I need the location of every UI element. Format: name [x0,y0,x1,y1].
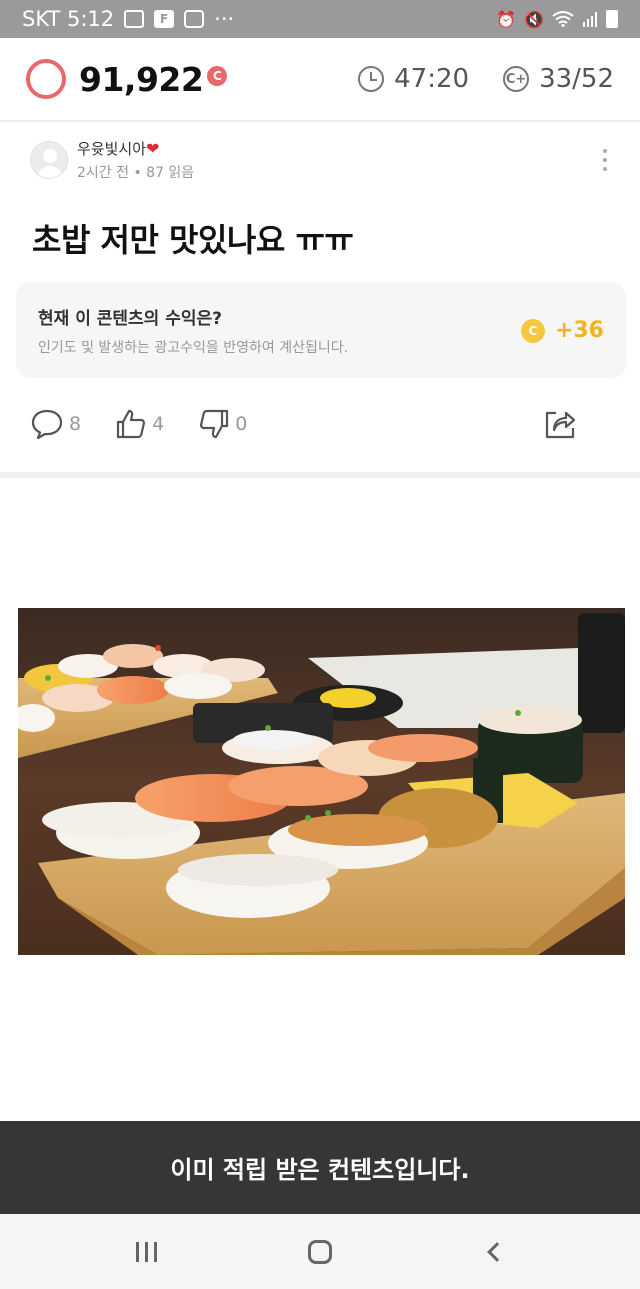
status-right: ⏰ 🔇 [496,10,618,29]
f-app-icon: F [154,10,175,28]
image-icon [124,10,145,28]
revenue-description: 인기도 및 발생하는 광고수익을 반영하여 계산됩니다. [38,340,349,356]
avatar[interactable] [30,141,68,179]
author-name[interactable]: 우윳빛시아❤ [77,138,194,159]
status-left: SKT 5:12 F ··· [22,7,234,31]
author-info: 우윳빛시아❤ 2시간 전 • 87 읽음 [77,138,194,182]
more-options-icon[interactable] [600,149,610,171]
back-icon [487,1241,508,1262]
share-icon [545,411,576,439]
back-button[interactable] [463,1222,523,1282]
comment-icon [31,409,63,440]
sushi-photo [18,608,625,955]
wifi-icon [552,11,574,27]
thumbs-up-icon [116,409,146,439]
author-row: 우윳빛시아❤ 2시간 전 • 87 읽음 [30,135,610,185]
post-meta: 2시간 전 • 87 읽음 [77,165,195,181]
recents-icon [136,1241,158,1262]
revenue-title: 현재 이 콘텐츠의 수익은? [38,309,223,329]
thumbs-down-icon [200,409,229,439]
toast-text: 이미 적립 받은 컨텐츠입니다. [170,1156,470,1184]
points-balance: 91,922 [79,59,204,99]
more-dots-icon: ··· [214,7,235,31]
post-image[interactable] [18,608,625,955]
heart-icon: ❤ [146,139,160,158]
comment-count: 8 [69,413,82,435]
timer-value: 47:20 [394,64,470,94]
home-button[interactable] [290,1222,350,1282]
revenue-value: +36 [554,318,604,343]
coin-icon: C [207,66,228,86]
revenue-amount: C +36 [520,318,604,343]
home-icon [307,1239,332,1264]
status-bar: SKT 5:12 F ··· ⏰ 🔇 [0,0,640,38]
post-actions: 8 4 0 [30,402,610,446]
signal-icon [583,12,597,27]
section-divider [0,472,640,478]
author-name-text: 우윳빛시아 [77,140,147,158]
alarm-icon: ⏰ [496,9,517,29]
coin-icon: C [520,318,545,343]
like-count: 4 [152,413,165,435]
clock-icon [358,66,385,92]
post-title: 초밥 저만 맛있나요 ㅠㅠ [32,221,354,259]
revenue-box: 현재 이 콘텐츠의 수익은? 인기도 및 발생하는 광고수익을 반영하여 계산됩… [16,282,626,378]
dislike-count: 0 [235,413,248,435]
mute-icon: 🔇 [524,9,544,29]
share-button[interactable] [544,408,576,440]
comment-button[interactable]: 8 [30,408,81,440]
app-header: 91,922 C 47:20 C+ 33/52 [0,38,640,122]
like-button[interactable]: 4 [115,408,164,440]
carrier-time: SKT 5:12 [22,7,115,31]
toast-message: 이미 적립 받은 컨텐츠입니다. [0,1121,640,1214]
progress-ring-icon[interactable] [26,59,66,99]
system-nav-bar [0,1214,640,1289]
header-stats: 47:20 C+ 33/52 [358,64,614,94]
read-counter: 33/52 [539,64,614,94]
dislike-button[interactable]: 0 [198,408,247,440]
record-icon [184,10,205,28]
battery-icon [606,10,618,28]
recents-button[interactable] [117,1222,177,1282]
coin-plus-icon: C+ [503,66,530,92]
